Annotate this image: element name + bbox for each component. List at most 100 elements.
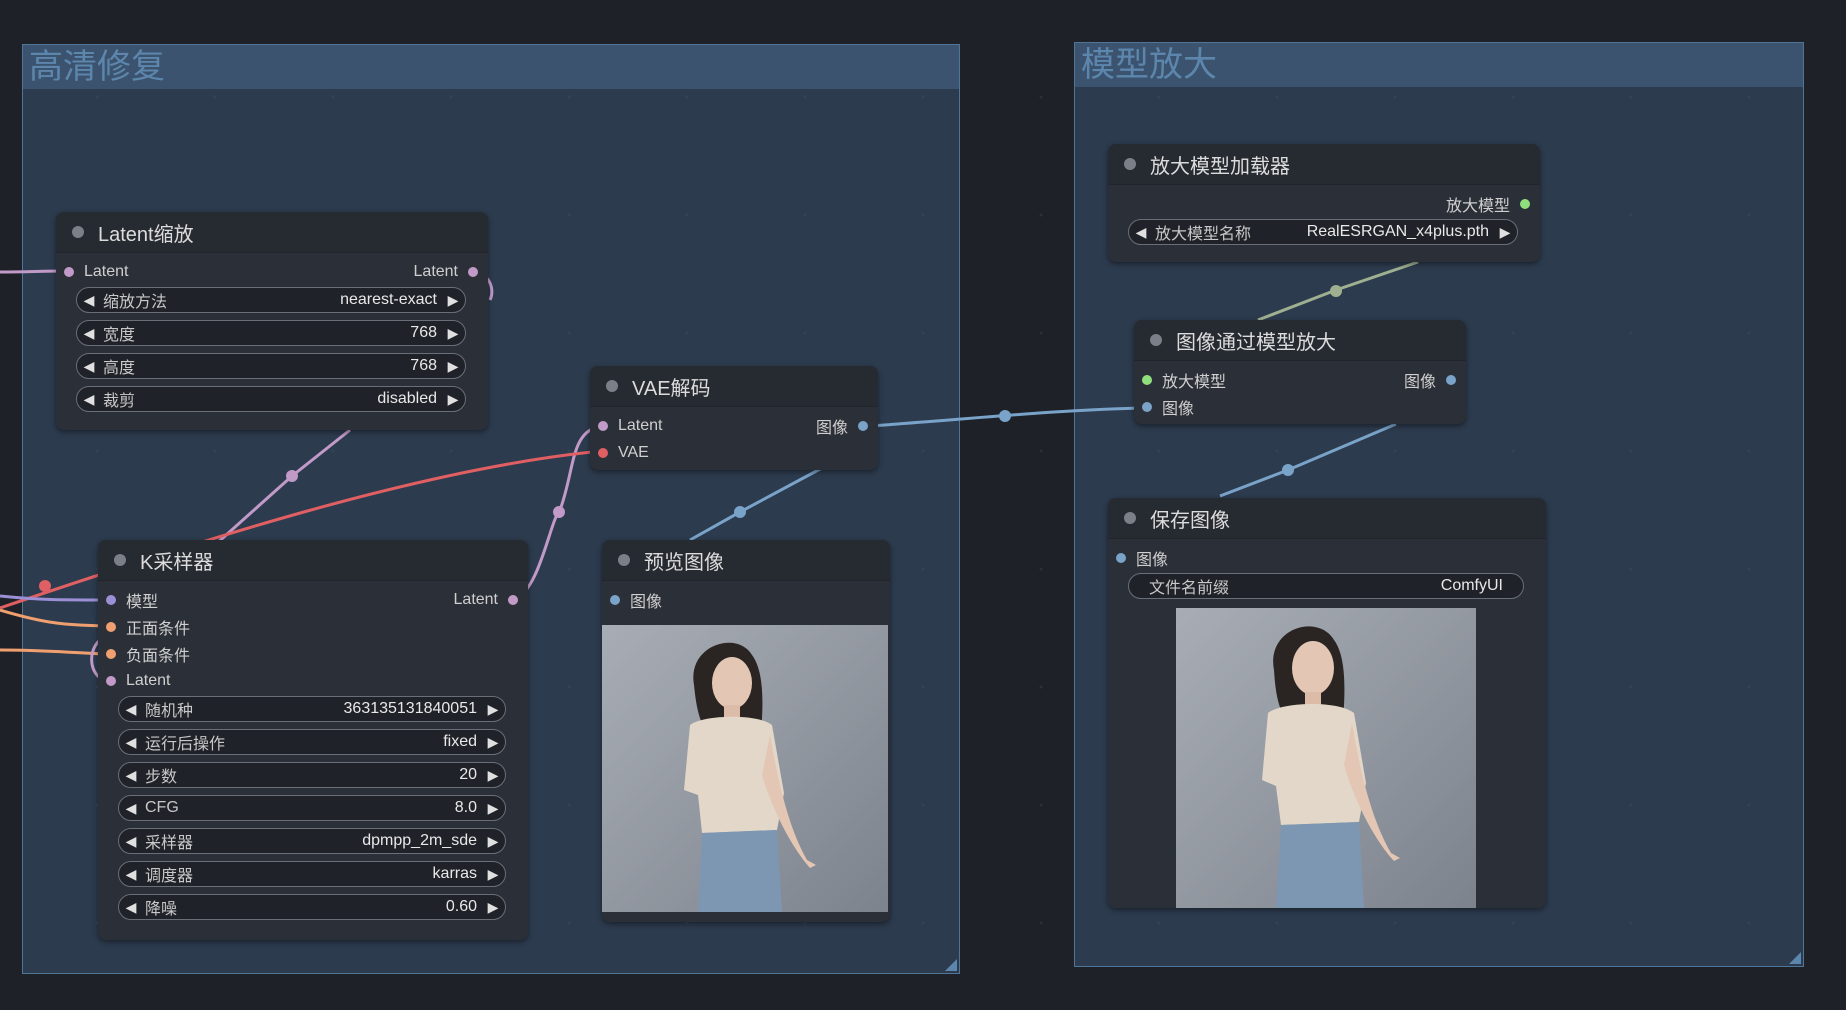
increment-arrow-icon[interactable]: ▶ (441, 391, 465, 408)
increment-arrow-icon[interactable]: ▶ (441, 358, 465, 375)
slot-pin-icon[interactable] (64, 267, 74, 277)
widget-value[interactable]: 768 (410, 357, 441, 375)
node-save-image[interactable]: 保存图像 图像 文件名前缀 ComfyUI (1108, 498, 1546, 908)
input-slot-image[interactable]: 图像 (610, 590, 662, 611)
increment-arrow-icon[interactable]: ▶ (481, 866, 505, 883)
collapse-dot-icon[interactable] (1124, 158, 1136, 170)
slot-pin-icon[interactable] (106, 622, 116, 632)
increment-arrow-icon[interactable]: ▶ (481, 734, 505, 751)
input-slot-image[interactable]: 图像 (1116, 548, 1168, 569)
increment-arrow-icon[interactable]: ▶ (481, 767, 505, 784)
decrement-arrow-icon[interactable]: ◀ (119, 701, 143, 718)
widget-value[interactable]: nearest-exact (340, 291, 441, 309)
input-slot-negative[interactable]: 负面条件 (106, 644, 190, 665)
widget-crop[interactable]: ◀ 裁剪 disabled ▶ (76, 386, 466, 412)
node-header[interactable]: K采样器 (98, 540, 528, 581)
collapse-dot-icon[interactable] (114, 554, 126, 566)
input-slot-latent[interactable]: Latent (106, 671, 170, 691)
slot-pin-icon[interactable] (1142, 375, 1152, 385)
slot-pin-icon[interactable] (106, 595, 116, 605)
increment-arrow-icon[interactable]: ▶ (441, 292, 465, 309)
decrement-arrow-icon[interactable]: ◀ (119, 899, 143, 916)
collapse-dot-icon[interactable] (618, 554, 630, 566)
output-slot-latent[interactable]: Latent (414, 262, 478, 282)
node-header[interactable]: 保存图像 (1108, 498, 1546, 539)
widget-value[interactable]: disabled (377, 390, 441, 408)
slot-pin-icon[interactable] (1520, 199, 1530, 209)
widget-model-name[interactable]: ◀ 放大模型名称 RealESRGAN_x4plus.pth ▶ (1128, 219, 1518, 245)
slot-pin-icon[interactable] (468, 267, 478, 277)
widget-steps[interactable]: ◀ 步数 20 ▶ (118, 762, 506, 788)
node-header[interactable]: 图像通过模型放大 (1134, 320, 1466, 361)
increment-arrow-icon[interactable]: ▶ (481, 899, 505, 916)
increment-arrow-icon[interactable]: ▶ (1493, 224, 1517, 241)
decrement-arrow-icon[interactable]: ◀ (1129, 224, 1153, 241)
input-slot-latent[interactable]: Latent (598, 416, 662, 436)
output-slot-image[interactable]: 图像 (1404, 370, 1456, 391)
slot-pin-icon[interactable] (106, 676, 116, 686)
decrement-arrow-icon[interactable]: ◀ (77, 292, 101, 309)
widget-value[interactable]: RealESRGAN_x4plus.pth (1307, 223, 1493, 241)
increment-arrow-icon[interactable]: ▶ (481, 701, 505, 718)
decrement-arrow-icon[interactable]: ◀ (119, 767, 143, 784)
output-slot-latent[interactable]: Latent (454, 590, 518, 610)
node-header[interactable]: Latent缩放 (56, 212, 488, 253)
slot-pin-icon[interactable] (1446, 375, 1456, 385)
widget-value[interactable]: 8.0 (455, 799, 481, 817)
widget-value[interactable]: ComfyUI (1441, 577, 1523, 595)
node-vae-decode[interactable]: VAE解码 Latent VAE 图像 (590, 366, 878, 470)
node-latent-upscale[interactable]: Latent缩放 Latent Latent ◀ 缩放方法 nearest-ex… (56, 212, 488, 430)
node-header[interactable]: VAE解码 (590, 366, 878, 407)
collapse-dot-icon[interactable] (72, 226, 84, 238)
input-slot-vae[interactable]: VAE (598, 443, 649, 463)
node-image-upscale-with-model[interactable]: 图像通过模型放大 放大模型 图像 图像 (1134, 320, 1466, 424)
widget-value[interactable]: 768 (410, 324, 441, 342)
widget-value[interactable]: karras (433, 865, 481, 883)
slot-pin-icon[interactable] (598, 421, 608, 431)
slot-pin-icon[interactable] (598, 448, 608, 458)
input-slot-positive[interactable]: 正面条件 (106, 617, 190, 638)
decrement-arrow-icon[interactable]: ◀ (119, 866, 143, 883)
increment-arrow-icon[interactable]: ▶ (481, 800, 505, 817)
widget-filename-prefix[interactable]: 文件名前缀 ComfyUI (1128, 573, 1524, 599)
widget-denoise[interactable]: ◀ 降噪 0.60 ▶ (118, 894, 506, 920)
decrement-arrow-icon[interactable]: ◀ (119, 800, 143, 817)
widget-value[interactable]: dpmpp_2m_sde (362, 832, 481, 850)
slot-pin-icon[interactable] (106, 649, 116, 659)
widget-sampler[interactable]: ◀ 采样器 dpmpp_2m_sde ▶ (118, 828, 506, 854)
preview-image-photo[interactable] (602, 625, 888, 912)
slot-pin-icon[interactable] (1116, 553, 1126, 563)
decrement-arrow-icon[interactable]: ◀ (77, 391, 101, 408)
widget-value[interactable]: 0.60 (446, 898, 481, 916)
increment-arrow-icon[interactable]: ▶ (441, 325, 465, 342)
increment-arrow-icon[interactable]: ▶ (481, 833, 505, 850)
slot-pin-icon[interactable] (610, 595, 620, 605)
decrement-arrow-icon[interactable]: ◀ (77, 358, 101, 375)
widget-control-after-generate[interactable]: ◀ 运行后操作 fixed ▶ (118, 729, 506, 755)
widget-cfg[interactable]: ◀ CFG 8.0 ▶ (118, 795, 506, 821)
node-preview-image[interactable]: 预览图像 图像 (602, 540, 890, 922)
widget-value[interactable]: fixed (443, 733, 481, 751)
collapse-dot-icon[interactable] (606, 380, 618, 392)
widget-upscale-method[interactable]: ◀ 缩放方法 nearest-exact ▶ (76, 287, 466, 313)
output-slot-image[interactable]: 图像 (816, 416, 868, 437)
node-header[interactable]: 放大模型加载器 (1108, 144, 1540, 185)
widget-scheduler[interactable]: ◀ 调度器 karras ▶ (118, 861, 506, 887)
collapse-dot-icon[interactable] (1150, 334, 1162, 346)
node-ksampler[interactable]: K采样器 模型 正面条件 负面条件 Latent Latent ◀ 随机种 36… (98, 540, 528, 940)
input-slot-model[interactable]: 模型 (106, 590, 158, 611)
decrement-arrow-icon[interactable]: ◀ (77, 325, 101, 342)
widget-height[interactable]: ◀ 高度 768 ▶ (76, 353, 466, 379)
output-slot-upscale-model[interactable]: 放大模型 (1446, 194, 1530, 215)
decrement-arrow-icon[interactable]: ◀ (119, 734, 143, 751)
decrement-arrow-icon[interactable]: ◀ (119, 833, 143, 850)
collapse-dot-icon[interactable] (1124, 512, 1136, 524)
widget-value[interactable]: 363135131840051 (344, 700, 481, 718)
input-slot-upscale-model[interactable]: 放大模型 (1142, 370, 1226, 391)
node-header[interactable]: 预览图像 (602, 540, 890, 581)
saved-image-photo[interactable] (1176, 608, 1476, 908)
widget-seed[interactable]: ◀ 随机种 363135131840051 ▶ (118, 696, 506, 722)
slot-pin-icon[interactable] (1142, 402, 1152, 412)
widget-value[interactable]: 20 (459, 766, 481, 784)
slot-pin-icon[interactable] (858, 421, 868, 431)
